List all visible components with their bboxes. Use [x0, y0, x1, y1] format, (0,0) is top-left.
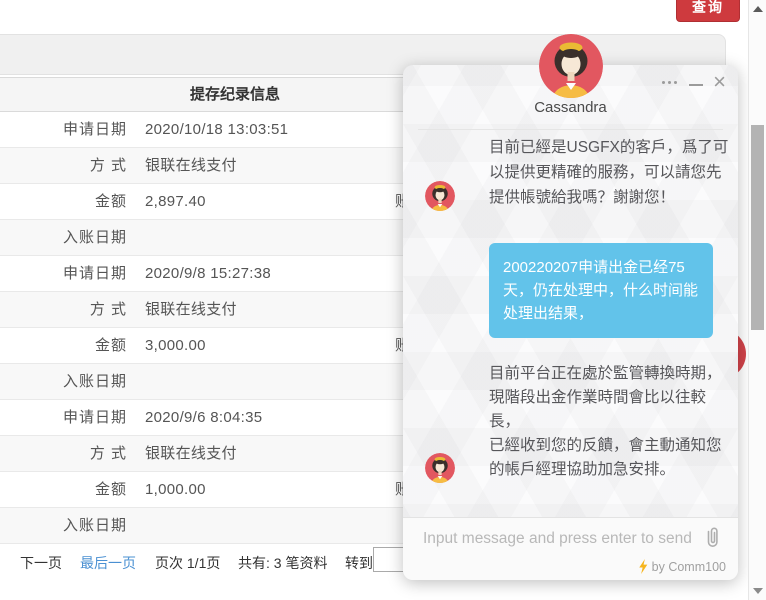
- row-label: 方 式: [0, 148, 127, 183]
- chat-menu-icon[interactable]: [660, 75, 679, 90]
- row-label: 申请日期: [0, 256, 127, 291]
- lightning-bolt-icon: [638, 559, 648, 574]
- row-label: 金额: [0, 184, 127, 219]
- table-row: 申请日期 2020/10/18 13:03:51: [0, 112, 470, 148]
- scrollbar-up-arrow[interactable]: [753, 6, 763, 12]
- row-value: 银联在线支付: [145, 148, 237, 183]
- table-row: 入账日期: [0, 364, 470, 400]
- table-row: 金额 2,897.40 账: [0, 184, 470, 220]
- chat-close-icon[interactable]: ×: [713, 71, 726, 93]
- table-row: 申请日期 2020/9/8 15:27:38: [0, 256, 470, 292]
- table-row: 申请日期 2020/9/6 8:04:35: [0, 400, 470, 436]
- row-label: 方 式: [0, 292, 127, 327]
- records-table: 提存纪录信息 申请日期 2020/10/18 13:03:51 方 式 银联在线…: [0, 77, 470, 544]
- chat-widget: × Cassandra 目前已經是USGFX的客戶，爲了可以提供更精確的服務，可…: [403, 65, 738, 580]
- table-row: 金额 1,000.00 账: [0, 472, 470, 508]
- row-label: 入账日期: [0, 220, 127, 255]
- table-title: 提存纪录信息: [0, 77, 470, 112]
- row-label: 金额: [0, 472, 127, 507]
- next-page-link[interactable]: 下一页: [20, 553, 62, 573]
- table-row: 金额 3,000.00 账: [0, 328, 470, 364]
- row-label: 申请日期: [0, 112, 127, 147]
- row-label: 方 式: [0, 436, 127, 471]
- row-label: 金额: [0, 328, 127, 363]
- scrollbar-thumb[interactable]: [751, 125, 764, 330]
- query-button[interactable]: 查询: [676, 0, 740, 22]
- row-value: 银联在线支付: [145, 292, 237, 327]
- row-value: 2020/9/8 15:27:38: [145, 256, 271, 291]
- row-value: 2,897.40: [145, 184, 206, 219]
- table-row: 入账日期: [0, 508, 470, 544]
- chat-minimize-icon[interactable]: [689, 84, 703, 86]
- last-page-link[interactable]: 最后一页: [80, 553, 136, 573]
- attachment-paperclip-icon[interactable]: [702, 527, 722, 556]
- row-label: 入账日期: [0, 364, 127, 399]
- row-value: 2020/9/6 8:04:35: [145, 400, 262, 435]
- total-records-info: 共有: 3 笔资料: [238, 553, 327, 573]
- table-row: 方 式 银联在线支付: [0, 436, 470, 472]
- table-row: 方 式 银联在线支付: [0, 292, 470, 328]
- browser-scrollbar[interactable]: [748, 0, 766, 600]
- row-label: 申请日期: [0, 400, 127, 435]
- scrollbar-down-arrow[interactable]: [753, 588, 763, 594]
- row-value: 2020/10/18 13:03:51: [145, 112, 288, 147]
- agent-avatar-small: [425, 181, 455, 211]
- page-number-info: 页次 1/1页: [155, 553, 220, 573]
- goto-page-label: 转到: [345, 553, 373, 573]
- row-value: 3,000.00: [145, 328, 206, 363]
- visitor-message-bubble: 200220207申请出金已经75天，仍在处理中，什么时间能处理出结果，: [489, 243, 713, 338]
- table-row: 入账日期: [0, 220, 470, 256]
- chat-header-divider: [418, 129, 723, 130]
- agent-message: 目前平台正在處於監管轉換時期，現階段出金作業時間會比以往較長， 已經收到您的反饋…: [489, 362, 729, 482]
- comm100-branding-link[interactable]: by Comm100: [638, 559, 726, 574]
- agent-name: Cassandra: [403, 99, 738, 116]
- agent-avatar: [539, 34, 603, 98]
- page: 查询 提存纪录信息 申请日期 2020/10/18 13:03:51 方 式 银…: [0, 0, 766, 600]
- table-row: 方 式 银联在线支付: [0, 148, 470, 184]
- pagination: 下一页 最后一页 页次 1/1页 共有: 3 笔资料 转到: [0, 547, 470, 577]
- agent-avatar-small: [425, 453, 455, 483]
- row-label: 入账日期: [0, 508, 127, 543]
- chat-input-bar: Input message and press enter to send by…: [403, 517, 738, 580]
- branding-label: by Comm100: [652, 560, 726, 574]
- row-value: 1,000.00: [145, 472, 206, 507]
- chat-message-input[interactable]: Input message and press enter to send: [423, 530, 692, 548]
- agent-message: 目前已經是USGFX的客戶，爲了可以提供更精確的服務，可以請您先提供帳號給我嗎？…: [489, 135, 729, 210]
- row-value: 银联在线支付: [145, 436, 237, 471]
